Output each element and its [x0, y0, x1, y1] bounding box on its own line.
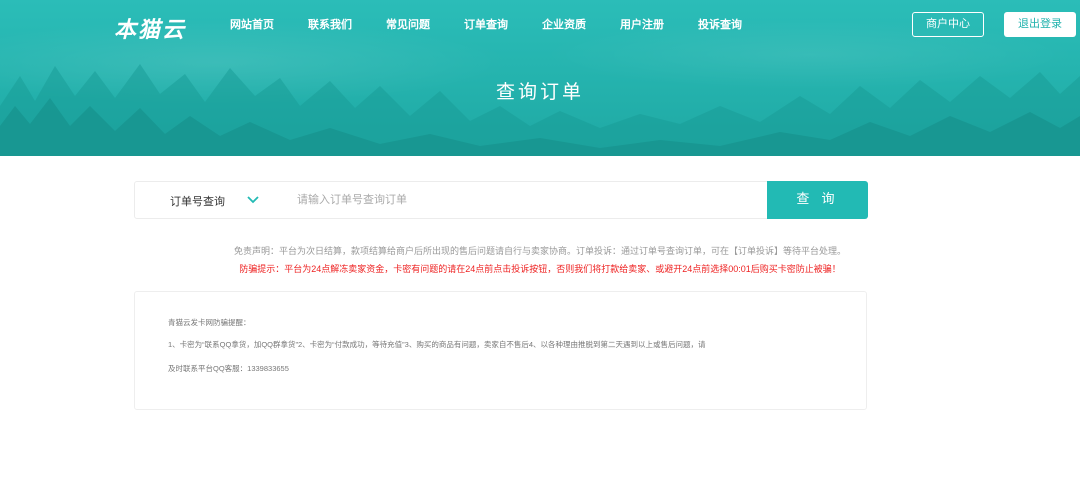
- anti-fraud-notice: 青猫云发卡网防骗提醒： 1、卡密为“联系QQ拿货，加QQ群拿货”2、卡密为“付款…: [134, 291, 867, 410]
- notice-line: 1、卡密为“联系QQ拿货，加QQ群拿货”2、卡密为“付款成功，等待充值”3、购买…: [168, 340, 706, 349]
- search-type-label: 订单号查询: [170, 196, 225, 208]
- nav-item-register[interactable]: 用户注册: [620, 16, 664, 36]
- order-number-input[interactable]: [287, 183, 757, 217]
- hero-banner: 本猫云 网站首页 联系我们 常见问题 订单查询 企业资质 用户注册 投诉查询 商…: [0, 0, 1080, 156]
- nav-item-complaint-query[interactable]: 投诉查询: [698, 16, 742, 36]
- nav-item-qualification[interactable]: 企业资质: [542, 16, 586, 36]
- notice-contact: 及时联系平台QQ客服：1339833655: [168, 364, 289, 373]
- page-title: 查询订单: [495, 81, 584, 103]
- search-button[interactable]: 查 询: [767, 181, 868, 219]
- notice-title: 青猫云发卡网防骗提醒：: [168, 318, 251, 327]
- nav-item-order-query[interactable]: 订单查询: [464, 16, 508, 36]
- logout-button[interactable]: 退出登录: [1004, 12, 1076, 37]
- main-nav: 网站首页 联系我们 常见问题 订单查询 企业资质 用户注册 投诉查询: [230, 16, 776, 36]
- chevron-down-icon: [247, 196, 259, 204]
- nav-item-contact[interactable]: 联系我们: [308, 16, 352, 36]
- order-search-box: 订单号查询 查 询: [134, 181, 868, 219]
- site-logo[interactable]: 本猫云: [114, 12, 186, 43]
- merchant-center-button[interactable]: 商户中心: [912, 12, 984, 37]
- disclaimer-text: 免责声明：平台为次日结算，款项结算给商户后所出现的售后问题请自行与卖家协商。订单…: [233, 246, 846, 256]
- fraud-warning-text: 防骗提示：平台为24点解冻卖家资金，卡密有问题的请在24点前点击投诉按钮，否则我…: [239, 264, 841, 274]
- nav-item-faq[interactable]: 常见问题: [386, 16, 430, 36]
- nav-item-home[interactable]: 网站首页: [230, 16, 274, 36]
- search-type-select[interactable]: 订单号查询: [135, 182, 285, 218]
